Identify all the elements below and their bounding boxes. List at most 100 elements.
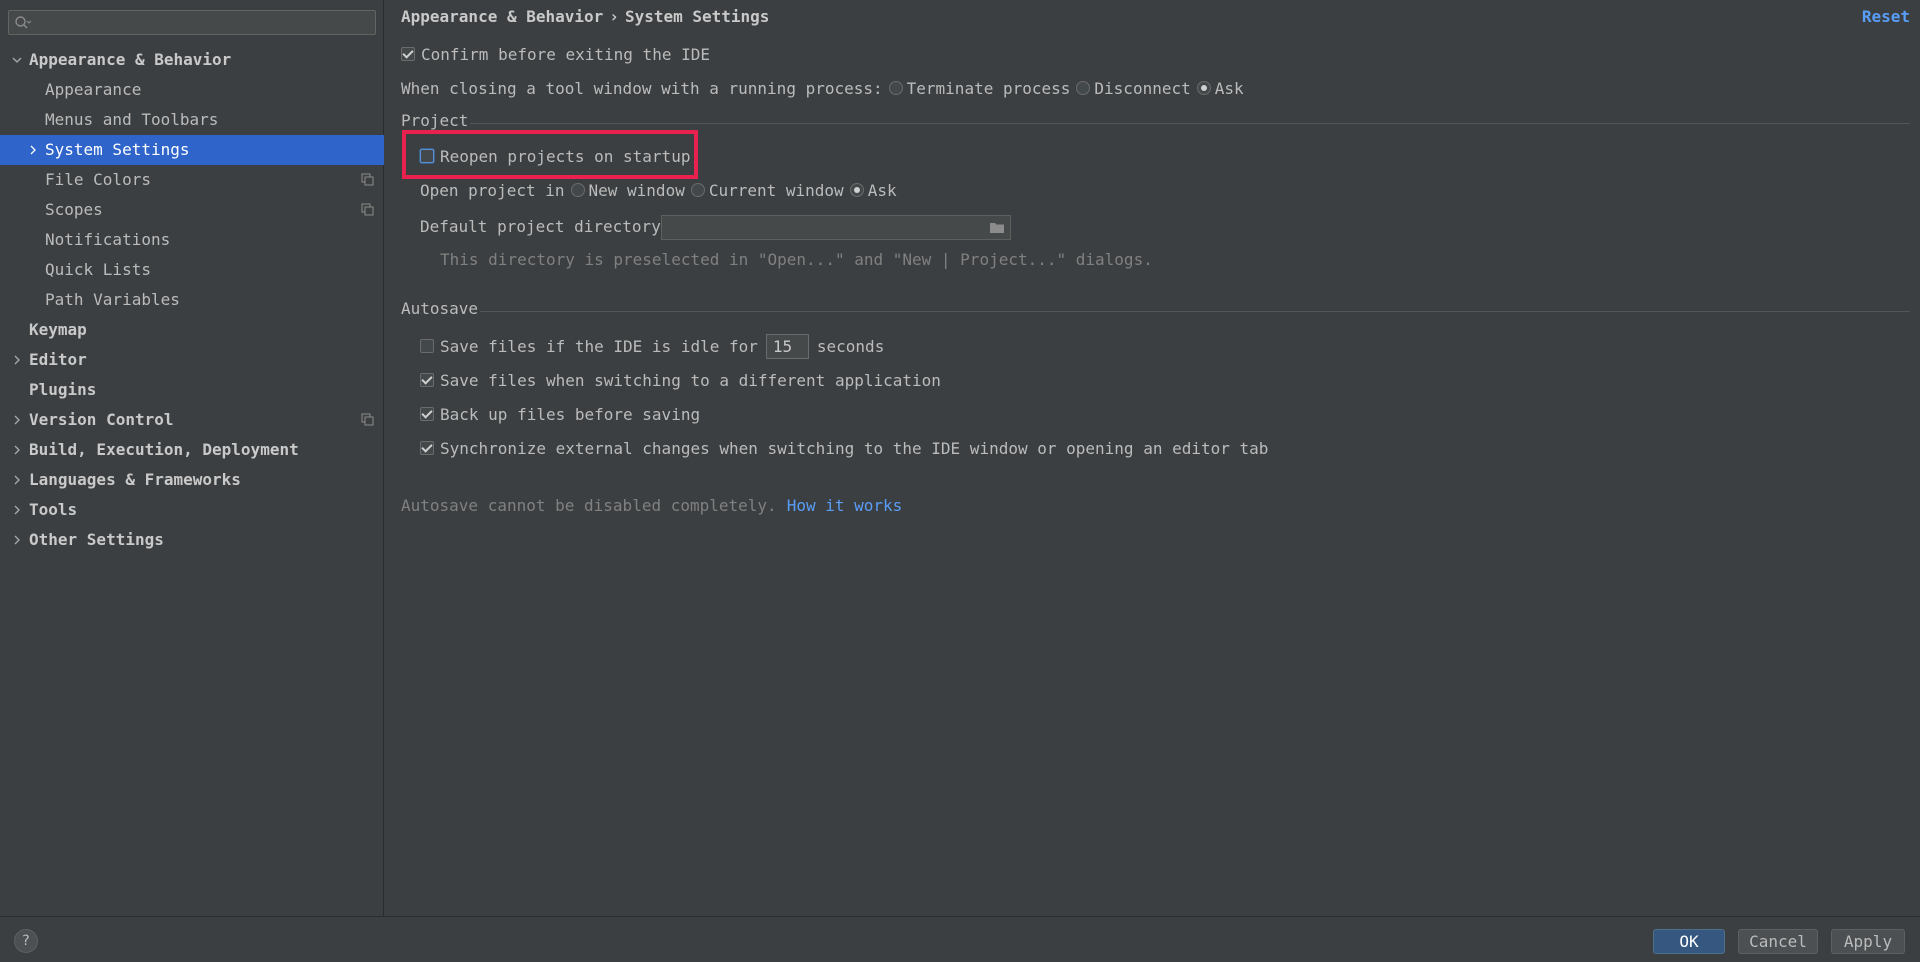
reset-link[interactable]: Reset [1862, 7, 1910, 26]
current-window-radio[interactable] [690, 183, 705, 197]
tree-item-editor[interactable]: Editor [0, 345, 384, 375]
chevron-right-icon[interactable] [11, 504, 23, 516]
tree-item-file-colors[interactable]: File Colors [0, 165, 384, 195]
ask-window-radio[interactable] [849, 183, 864, 197]
tree-item-label: Keymap [29, 320, 87, 339]
ask-label[interactable]: Ask [1215, 79, 1244, 98]
tree-item-label: Editor [29, 350, 87, 369]
ok-button[interactable]: OK [1653, 929, 1725, 954]
settings-search-field[interactable] [8, 10, 376, 35]
current-window-label[interactable]: Current window [709, 181, 844, 200]
tree-item-keymap[interactable]: Keymap [0, 315, 384, 345]
save-on-switch-checkbox[interactable] [420, 373, 434, 387]
idle-seconds-input[interactable]: 15 [765, 333, 809, 359]
tree-item-label: Menus and Toolbars [45, 110, 219, 129]
chevron-right-icon[interactable] [11, 444, 23, 456]
how-it-works-link[interactable]: How it works [787, 496, 903, 515]
cancel-button[interactable]: Cancel [1738, 929, 1818, 954]
tree-item-tools[interactable]: Tools [0, 495, 384, 525]
confirm-exit-checkbox[interactable] [401, 47, 415, 61]
breadcrumb-current: System Settings [624, 7, 770, 26]
disconnect-radio[interactable] [1076, 81, 1091, 95]
open-project-in-label: Open project in [420, 180, 565, 200]
apply-button[interactable]: Apply [1831, 929, 1905, 954]
project-level-icon [361, 173, 374, 186]
search-icon [15, 16, 32, 29]
ask-radio[interactable] [1196, 81, 1211, 95]
tree-item-label: Appearance & Behavior [29, 50, 232, 69]
tree-item-other-settings[interactable]: Other Settings [0, 525, 384, 555]
ask-window-label[interactable]: Ask [868, 181, 897, 200]
chevron-right-icon[interactable] [11, 474, 23, 486]
sync-external-checkbox[interactable] [420, 441, 434, 455]
autosave-note: Autosave cannot be disabled completely. [401, 495, 777, 515]
default-directory-field[interactable] [661, 215, 1011, 240]
autosave-section-title: Autosave [401, 299, 479, 318]
closing-tool-window-label: When closing a tool window with a runnin… [401, 78, 883, 98]
tree-item-label: Scopes [45, 200, 103, 219]
idle-save-row: Save files if the IDE is idle for 15 sec… [420, 333, 884, 359]
backup-row[interactable]: Back up files before saving [420, 403, 700, 425]
sync-external-label: Synchronize external changes when switch… [440, 438, 1269, 458]
chevron-right-icon[interactable] [27, 144, 39, 156]
tree-item-plugins[interactable]: Plugins [0, 375, 384, 405]
default-directory-row: Default project directory: [420, 215, 670, 237]
autosave-note-row: Autosave cannot be disabled completely. … [401, 494, 902, 516]
tree-item-path-variables[interactable]: Path Variables [0, 285, 384, 315]
tree-item-appearance-behavior[interactable]: Appearance & Behavior [0, 45, 384, 75]
chevron-down-icon[interactable] [11, 54, 23, 66]
settings-tree: Appearance & Behavior Appearance Menus a… [0, 45, 384, 555]
tree-item-label: Tools [29, 500, 78, 519]
tree-item-version-control[interactable]: Version Control [0, 405, 384, 435]
tree-item-label: System Settings [45, 140, 190, 159]
tree-item-menus-toolbars[interactable]: Menus and Toolbars [0, 105, 384, 135]
breadcrumb-separator: › [609, 7, 619, 26]
terminate-process-radio[interactable] [888, 81, 903, 95]
project-section-title: Project [401, 111, 469, 130]
tree-item-label: Appearance [45, 80, 142, 99]
backup-checkbox[interactable] [420, 407, 434, 421]
terminate-process-label[interactable]: Terminate process [907, 79, 1071, 98]
tree-item-label: Path Variables [45, 290, 180, 309]
confirm-exit-row[interactable]: Confirm before exiting the IDE [401, 43, 710, 65]
idle-save-checkbox[interactable] [420, 339, 434, 353]
dialog-footer: ? OK Cancel Apply [0, 916, 1920, 962]
new-window-label[interactable]: New window [589, 181, 685, 200]
tree-item-appearance[interactable]: Appearance [0, 75, 384, 105]
chevron-right-icon[interactable] [11, 414, 23, 426]
chevron-right-icon[interactable] [11, 354, 23, 366]
idle-seconds-unit: seconds [816, 336, 885, 356]
help-button[interactable]: ? [14, 929, 38, 953]
tree-item-label: File Colors [45, 170, 151, 189]
disconnect-label[interactable]: Disconnect [1094, 79, 1190, 98]
chevron-right-icon[interactable] [11, 534, 23, 546]
save-on-switch-row[interactable]: Save files when switching to a different… [420, 369, 941, 391]
tree-item-label: Other Settings [29, 530, 164, 549]
tree-item-notifications[interactable]: Notifications [0, 225, 384, 255]
tree-item-build-execution-deployment[interactable]: Build, Execution, Deployment [0, 435, 384, 465]
backup-label: Back up files before saving [440, 404, 701, 424]
save-on-switch-label: Save files when switching to a different… [440, 370, 941, 390]
reopen-projects-label: Reopen projects on startup [440, 146, 691, 166]
tree-item-label: Notifications [45, 230, 171, 249]
folder-icon[interactable] [989, 221, 1005, 234]
reopen-projects-checkbox[interactable] [420, 149, 434, 163]
tree-item-languages-frameworks[interactable]: Languages & Frameworks [0, 465, 384, 495]
project-section-divider [470, 123, 1910, 124]
sync-external-row[interactable]: Synchronize external changes when switch… [420, 437, 1268, 459]
idle-save-label: Save files if the IDE is idle for [440, 336, 758, 356]
confirm-exit-label: Confirm before exiting the IDE [421, 44, 710, 64]
tree-item-quick-lists[interactable]: Quick Lists [0, 255, 384, 285]
tree-item-label: Languages & Frameworks [29, 470, 241, 489]
tree-item-label: Build, Execution, Deployment [29, 440, 299, 459]
settings-sidebar: Appearance & Behavior Appearance Menus a… [0, 0, 384, 916]
tree-item-label: Plugins [29, 380, 97, 399]
tree-item-label: Quick Lists [45, 260, 151, 279]
new-window-radio[interactable] [570, 183, 585, 197]
default-directory-label: Default project directory: [420, 216, 671, 236]
closing-tool-window-row: When closing a tool window with a runnin… [401, 77, 1244, 99]
tree-item-system-settings[interactable]: System Settings [0, 135, 384, 165]
breadcrumb-parent[interactable]: Appearance & Behavior [401, 7, 603, 26]
tree-item-scopes[interactable]: Scopes [0, 195, 384, 225]
reopen-projects-row[interactable]: Reopen projects on startup [420, 145, 690, 167]
